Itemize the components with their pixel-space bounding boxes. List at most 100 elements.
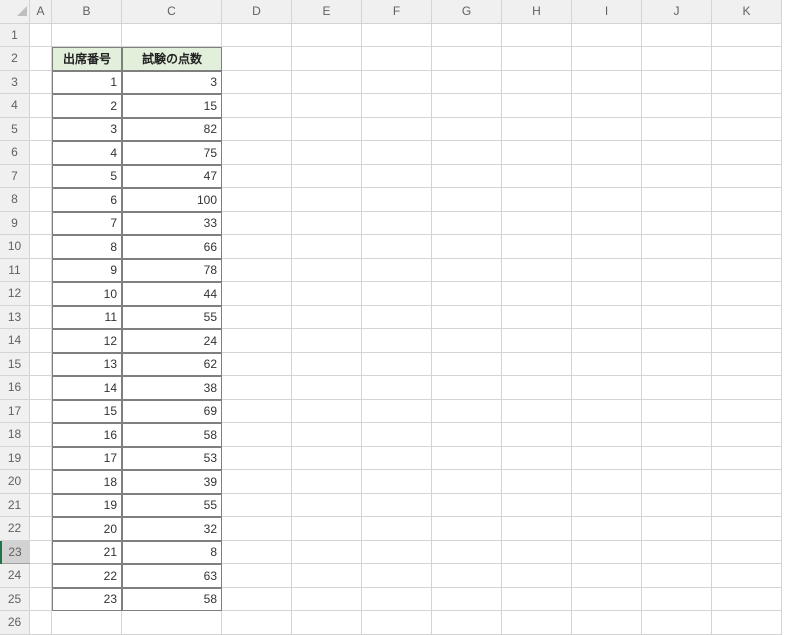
row-header-18[interactable]: 18 <box>0 423 30 447</box>
cell-F16[interactable] <box>362 376 432 400</box>
cell-I2[interactable] <box>572 47 642 71</box>
cell-J17[interactable] <box>642 400 712 424</box>
cell-F7[interactable] <box>362 165 432 189</box>
cell-E24[interactable] <box>292 564 362 588</box>
cell-A22[interactable] <box>30 517 52 541</box>
table-cell-score[interactable]: 75 <box>122 141 222 165</box>
cell-I1[interactable] <box>572 24 642 48</box>
row-header-13[interactable]: 13 <box>0 306 30 330</box>
table-cell-score[interactable]: 47 <box>122 165 222 189</box>
cell-A24[interactable] <box>30 564 52 588</box>
column-header-C[interactable]: C <box>122 0 222 24</box>
cell-K14[interactable] <box>712 329 782 353</box>
cell-I16[interactable] <box>572 376 642 400</box>
cell-K24[interactable] <box>712 564 782 588</box>
cell-H6[interactable] <box>502 141 572 165</box>
cell-K12[interactable] <box>712 282 782 306</box>
cell-E23[interactable] <box>292 541 362 565</box>
cell-A14[interactable] <box>30 329 52 353</box>
cell-A23[interactable] <box>30 541 52 565</box>
cell-H19[interactable] <box>502 447 572 471</box>
cell-A2[interactable] <box>30 47 52 71</box>
cell-A21[interactable] <box>30 494 52 518</box>
row-header-6[interactable]: 6 <box>0 141 30 165</box>
cell-I22[interactable] <box>572 517 642 541</box>
table-cell-score[interactable]: 53 <box>122 447 222 471</box>
row-header-20[interactable]: 20 <box>0 470 30 494</box>
cell-G18[interactable] <box>432 423 502 447</box>
table-cell-score[interactable]: 3 <box>122 71 222 95</box>
cell-J26[interactable] <box>642 611 712 635</box>
cell-J11[interactable] <box>642 259 712 283</box>
table-cell-id[interactable]: 19 <box>52 494 122 518</box>
cell-G23[interactable] <box>432 541 502 565</box>
cell-D19[interactable] <box>222 447 292 471</box>
cell-I11[interactable] <box>572 259 642 283</box>
cell-F3[interactable] <box>362 71 432 95</box>
table-cell-id[interactable]: 9 <box>52 259 122 283</box>
cell-D2[interactable] <box>222 47 292 71</box>
row-header-17[interactable]: 17 <box>0 400 30 424</box>
cell-F13[interactable] <box>362 306 432 330</box>
column-header-F[interactable]: F <box>362 0 432 24</box>
cell-I17[interactable] <box>572 400 642 424</box>
cell-D18[interactable] <box>222 423 292 447</box>
table-cell-score[interactable]: 32 <box>122 517 222 541</box>
cell-K19[interactable] <box>712 447 782 471</box>
cell-K22[interactable] <box>712 517 782 541</box>
cell-K11[interactable] <box>712 259 782 283</box>
table-cell-score[interactable]: 44 <box>122 282 222 306</box>
cell-I13[interactable] <box>572 306 642 330</box>
cell-J22[interactable] <box>642 517 712 541</box>
cell-F15[interactable] <box>362 353 432 377</box>
row-header-16[interactable]: 16 <box>0 376 30 400</box>
cell-I6[interactable] <box>572 141 642 165</box>
cell-G26[interactable] <box>432 611 502 635</box>
cell-H21[interactable] <box>502 494 572 518</box>
cell-C1[interactable] <box>122 24 222 48</box>
cell-E26[interactable] <box>292 611 362 635</box>
cell-E17[interactable] <box>292 400 362 424</box>
cell-I23[interactable] <box>572 541 642 565</box>
cell-I4[interactable] <box>572 94 642 118</box>
cell-F12[interactable] <box>362 282 432 306</box>
row-header-11[interactable]: 11 <box>0 259 30 283</box>
table-cell-score[interactable]: 82 <box>122 118 222 142</box>
row-header-1[interactable]: 1 <box>0 24 30 48</box>
cell-H12[interactable] <box>502 282 572 306</box>
column-header-K[interactable]: K <box>712 0 782 24</box>
table-cell-id[interactable]: 23 <box>52 588 122 612</box>
cell-J15[interactable] <box>642 353 712 377</box>
cell-I5[interactable] <box>572 118 642 142</box>
cell-A1[interactable] <box>30 24 52 48</box>
cell-I19[interactable] <box>572 447 642 471</box>
cell-J5[interactable] <box>642 118 712 142</box>
cell-K20[interactable] <box>712 470 782 494</box>
cell-E22[interactable] <box>292 517 362 541</box>
row-header-25[interactable]: 25 <box>0 588 30 612</box>
cell-I20[interactable] <box>572 470 642 494</box>
row-header-8[interactable]: 8 <box>0 188 30 212</box>
table-cell-score[interactable]: 62 <box>122 353 222 377</box>
cell-G11[interactable] <box>432 259 502 283</box>
cell-D16[interactable] <box>222 376 292 400</box>
row-header-3[interactable]: 3 <box>0 71 30 95</box>
cell-G16[interactable] <box>432 376 502 400</box>
cell-K3[interactable] <box>712 71 782 95</box>
table-cell-score[interactable]: 58 <box>122 423 222 447</box>
table-cell-score[interactable]: 66 <box>122 235 222 259</box>
table-cell-id[interactable]: 13 <box>52 353 122 377</box>
cell-K18[interactable] <box>712 423 782 447</box>
table-cell-id[interactable]: 12 <box>52 329 122 353</box>
cell-G5[interactable] <box>432 118 502 142</box>
row-header-15[interactable]: 15 <box>0 353 30 377</box>
cell-B1[interactable] <box>52 24 122 48</box>
row-header-14[interactable]: 14 <box>0 329 30 353</box>
cell-A15[interactable] <box>30 353 52 377</box>
cell-F23[interactable] <box>362 541 432 565</box>
row-header-19[interactable]: 19 <box>0 447 30 471</box>
cell-A7[interactable] <box>30 165 52 189</box>
cell-D24[interactable] <box>222 564 292 588</box>
cell-E5[interactable] <box>292 118 362 142</box>
cell-F21[interactable] <box>362 494 432 518</box>
